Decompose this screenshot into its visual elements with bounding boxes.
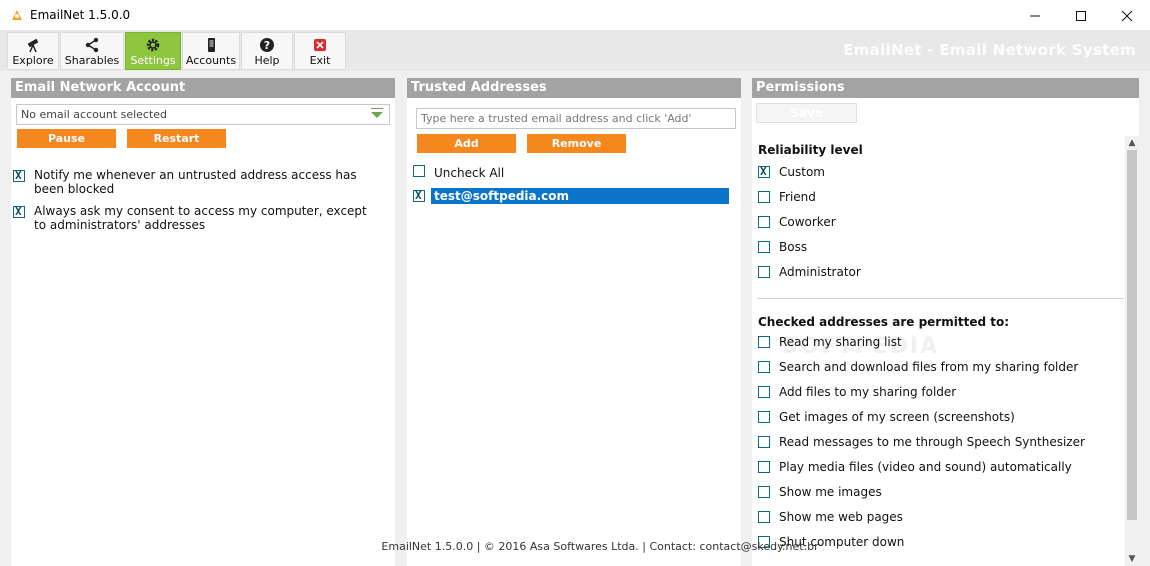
perm-web-pages-checkbox[interactable] <box>758 511 770 523</box>
phone-icon <box>203 36 219 53</box>
notify-blocked-checkbox[interactable] <box>13 169 25 182</box>
question-icon: ? <box>259 36 275 53</box>
perm-read-sharing-label: Read my sharing list <box>779 335 902 349</box>
perm-media-label: Play media files (video and sound) autom… <box>779 460 1072 474</box>
toolbar-explore-label: Explore <box>12 54 54 67</box>
share-icon <box>84 36 100 53</box>
permissions-panel: Permissions Save Reliability level Custo… <box>752 78 1139 566</box>
restart-button[interactable]: Restart <box>127 129 226 148</box>
notify-blocked-label: Notify me whenever an untrusted address … <box>34 168 357 196</box>
toolbar-sharables-button[interactable]: Sharables <box>60 32 124 70</box>
scroll-down-icon[interactable]: ▼ <box>1127 554 1137 564</box>
footer-status: EmailNet 1.5.0.0 | © 2016 Asa Softwares … <box>381 540 819 553</box>
panel-title: Trusted Addresses <box>407 78 741 98</box>
perm-media-checkbox[interactable] <box>758 461 770 473</box>
reliability-friend-label: Friend <box>779 190 816 204</box>
toolbar-accounts-button[interactable]: Accounts <box>182 32 240 70</box>
reliability-administrator-label: Administrator <box>779 265 861 279</box>
toolbar-help-button[interactable]: ? Help <box>241 32 293 70</box>
reliability-friend-checkbox[interactable] <box>758 191 770 203</box>
toolbar-accounts-label: Accounts <box>185 54 237 67</box>
remove-button[interactable]: Remove <box>527 134 626 153</box>
perm-images-checkbox[interactable] <box>758 486 770 498</box>
perm-screenshots-checkbox[interactable] <box>758 411 770 423</box>
toolbar-settings-button[interactable]: Settings <box>125 32 181 70</box>
panel-title: Permissions <box>752 78 1139 98</box>
address-checkbox[interactable] <box>413 189 425 202</box>
pause-button[interactable]: Pause <box>17 129 116 148</box>
reliability-custom-label: Custom <box>779 165 825 179</box>
permitted-title: Checked addresses are permitted to: <box>758 315 1009 329</box>
maximize-button[interactable] <box>1058 0 1104 31</box>
perm-screenshots-label: Get images of my screen (screenshots) <box>779 410 1015 424</box>
save-button[interactable]: Save <box>756 103 857 123</box>
reliability-administrator-checkbox[interactable] <box>758 266 770 278</box>
app-logo-icon <box>10 8 24 22</box>
reliability-boss-label: Boss <box>779 240 808 254</box>
toolbar-sharables-label: Sharables <box>64 54 120 67</box>
reliability-coworker-checkbox[interactable] <box>758 216 770 228</box>
close-window-button[interactable] <box>1104 0 1150 31</box>
minimize-button[interactable] <box>1012 0 1058 31</box>
svg-text:?: ? <box>264 39 270 52</box>
add-button[interactable]: Add <box>417 134 516 153</box>
perm-add-files-checkbox[interactable] <box>758 386 770 398</box>
account-select-value: No email account selected <box>21 108 168 121</box>
section-divider <box>758 298 1124 299</box>
reliability-boss-checkbox[interactable] <box>758 241 770 253</box>
exit-icon <box>312 36 328 53</box>
perm-search-download-label: Search and download files from my sharin… <box>779 360 1079 374</box>
perm-search-download-checkbox[interactable] <box>758 361 770 373</box>
close-icon <box>1121 10 1133 21</box>
dropdown-arrow-icon <box>371 108 383 118</box>
ask-consent-checkbox[interactable] <box>13 205 25 218</box>
perm-speech-checkbox[interactable] <box>758 436 770 448</box>
telescope-icon <box>25 36 41 53</box>
minimize-icon <box>1030 15 1040 16</box>
perm-add-files-label: Add files to my sharing folder <box>779 385 957 399</box>
perm-images-label: Show me images <box>779 485 882 499</box>
trusted-addresses-panel: Trusted Addresses Type here a trusted em… <box>407 78 741 566</box>
email-network-account-panel: Email Network Account No email account s… <box>11 78 395 566</box>
toolbar-exit-button[interactable]: Exit <box>294 32 346 70</box>
toolbar-help-label: Help <box>254 54 280 67</box>
gear-icon <box>145 36 161 53</box>
toolbar: Explore Sharables Settings Accounts ? He… <box>0 31 1150 71</box>
toolbar-settings-label: Settings <box>130 54 176 67</box>
address-list-item[interactable]: test@softpedia.com <box>431 188 729 204</box>
toolbar-exit-label: Exit <box>309 54 331 67</box>
maximize-icon <box>1076 10 1086 21</box>
perm-web-pages-label: Show me web pages <box>779 510 903 524</box>
panel-title: Email Network Account <box>11 78 395 98</box>
title-bar: EmailNet 1.5.0.0 <box>0 0 1150 31</box>
uncheck-all-checkbox[interactable] <box>413 165 425 177</box>
window-title: EmailNet 1.5.0.0 <box>30 8 131 22</box>
brand-title: EmailNet - Email Network System <box>843 41 1136 59</box>
reliability-custom-checkbox[interactable] <box>758 165 770 178</box>
toolbar-explore-button[interactable]: Explore <box>7 32 59 70</box>
trusted-address-input[interactable]: Type here a trusted email address and cl… <box>416 108 736 129</box>
scroll-up-icon[interactable]: ▲ <box>1127 138 1137 148</box>
uncheck-all-label: Uncheck All <box>434 166 505 180</box>
ask-consent-label: Always ask my consent to access my compu… <box>34 204 367 232</box>
scroll-thumb[interactable] <box>1127 150 1137 520</box>
account-select[interactable]: No email account selected <box>16 104 390 125</box>
permissions-scrollbar[interactable]: ▲ ▼ <box>1125 136 1139 566</box>
reliability-coworker-label: Coworker <box>779 215 836 229</box>
reliability-level-title: Reliability level <box>758 143 863 157</box>
perm-read-sharing-checkbox[interactable] <box>758 336 770 348</box>
perm-speech-label: Read messages to me through Speech Synth… <box>779 435 1085 449</box>
